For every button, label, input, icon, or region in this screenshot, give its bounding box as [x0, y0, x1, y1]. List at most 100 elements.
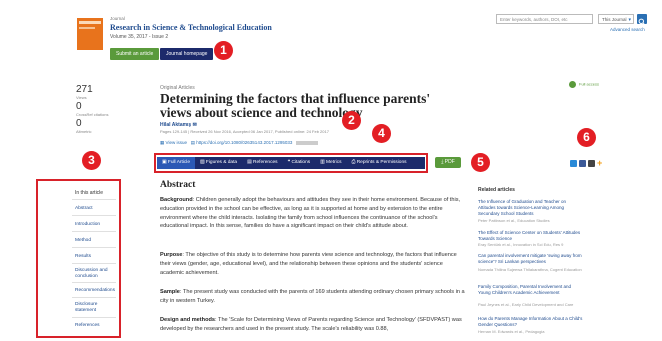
- journal-volume[interactable]: Volume 35, 2017 - Issue 2: [110, 34, 168, 40]
- tab-figures-data-label: Figures & data: [205, 160, 238, 165]
- check-icon: [569, 81, 576, 88]
- annotation-badge-3: 3: [82, 151, 101, 170]
- tab-references[interactable]: ▤ References: [242, 157, 282, 169]
- access-label: Full access: [579, 81, 600, 87]
- tab-citations[interactable]: ❝ Citations: [283, 157, 316, 169]
- sidebar-divider: [72, 297, 116, 298]
- related-article-title[interactable]: The Influence of Graduation and Teacher …: [478, 199, 583, 217]
- crossref-label: CrossRef citations: [76, 112, 109, 117]
- sidebar-item-abstract[interactable]: Abstract: [75, 206, 115, 212]
- journal-cover-image[interactable]: [77, 18, 103, 50]
- share-icons: +: [570, 159, 602, 168]
- tab-reprints-permissions-label: Reprints & Permissions: [356, 160, 407, 165]
- journal-homepage-button[interactable]: Journal homepage: [160, 48, 214, 60]
- pdf-button[interactable]: ⤓ PDF: [435, 157, 461, 168]
- email-icon[interactable]: [588, 160, 595, 167]
- sidebar-item-disclosure[interactable]: Disclosure statement: [75, 302, 115, 313]
- search-input[interactable]: Enter keywords, authors, DOI, etc: [496, 14, 593, 24]
- search-button[interactable]: [637, 14, 647, 26]
- tab-full-article-label: Full Article: [167, 160, 191, 165]
- background-label: Background: [160, 197, 193, 203]
- abstract-design: Design and methods: The 'Scale for Deter…: [160, 316, 466, 334]
- views-label: Views: [76, 95, 87, 100]
- doi-link[interactable]: https://doi.org/10.1080/02635143.2017.12…: [196, 140, 292, 145]
- annotation-badge-1: 1: [214, 41, 233, 60]
- annotation-badge-4: 4: [372, 124, 391, 143]
- article-tabs: ▣ Full Article ▧ Figures & data ▤ Refere…: [157, 157, 425, 169]
- related-article-authors: Hernan M. Edwards et al., Pedagogia: [478, 329, 545, 334]
- altmetric-count: 0: [76, 118, 82, 129]
- sidebar-item-discussion[interactable]: Discussion and conclusion: [75, 268, 115, 279]
- related-article-title[interactable]: Family Composition, Parental Involvement…: [478, 284, 583, 296]
- advanced-search-link[interactable]: Advanced search: [610, 27, 645, 32]
- citations-icon: ❝: [287, 160, 291, 165]
- purpose-text: : The objective of this study is to dete…: [160, 252, 457, 276]
- view-issue-link[interactable]: View issue: [166, 140, 187, 145]
- submit-article-button[interactable]: Submit an article: [110, 48, 160, 60]
- related-article-title[interactable]: The Effect of Science Center on Students…: [478, 230, 583, 242]
- article-title: Determining the factors that influence p…: [160, 91, 431, 120]
- related-article-authors: Eray Sentürk et al., Innovation in Sci E…: [478, 242, 564, 247]
- twitter-icon[interactable]: [570, 160, 577, 167]
- sidebar-divider: [72, 247, 116, 248]
- sidebar-divider: [72, 231, 116, 232]
- article-links: ▦ View issue ▤ https://doi.org/10.1080/0…: [160, 140, 319, 146]
- annotation-badge-6: 6: [577, 128, 596, 147]
- related-article-title[interactable]: Can parental involvement mitigate 'swing…: [478, 253, 583, 265]
- tab-citations-label: Citations: [291, 160, 311, 165]
- chevron-down-icon: ▾: [628, 17, 631, 23]
- tab-metrics[interactable]: ▥ Metrics: [315, 157, 346, 169]
- sample-label: Sample: [160, 289, 180, 295]
- access-status: Full access: [569, 81, 599, 88]
- tab-full-article[interactable]: ▣ Full Article: [157, 157, 196, 169]
- search-icon: [638, 18, 646, 26]
- metrics-icon: ▥: [320, 160, 325, 165]
- design-label: Design and methods: [160, 317, 216, 323]
- sidebar-divider: [72, 215, 116, 216]
- abstract-heading: Abstract: [160, 180, 196, 190]
- sidebar-item-references[interactable]: References: [75, 323, 115, 329]
- author-name[interactable]: Hilal Aktamış ✉: [160, 122, 197, 128]
- altmetric-badge[interactable]: [296, 140, 319, 145]
- related-article-title[interactable]: How do Parents Manage Information About …: [478, 316, 583, 328]
- search-scope-value: This Journal: [602, 17, 627, 22]
- envelope-icon[interactable]: ✉: [193, 122, 197, 128]
- abstract-background: Background: Children generally adopt the…: [160, 196, 466, 231]
- background-text: : Children generally adopt the behaviour…: [160, 197, 461, 230]
- sidebar-heading: In this article: [75, 190, 104, 196]
- search-scope-select[interactable]: This Journal ▾: [598, 14, 634, 24]
- crossref-count: 0: [76, 101, 82, 112]
- abstract-purpose: Purpose: The objective of this study is …: [160, 251, 466, 277]
- journal-label: Journal: [110, 16, 125, 21]
- doi-icon: ▤: [190, 140, 195, 145]
- annotation-badge-5: 5: [471, 153, 490, 172]
- facebook-icon[interactable]: [579, 160, 586, 167]
- views-count: 271: [76, 84, 93, 95]
- image-icon: ▧: [200, 160, 205, 165]
- sample-text: : The present study was conducted with t…: [160, 289, 465, 304]
- tab-figures-data[interactable]: ▧ Figures & data: [195, 157, 242, 169]
- view-issue-icon: ▦: [160, 140, 165, 145]
- sidebar-item-introduction[interactable]: Introduction: [75, 222, 115, 228]
- sidebar-divider: [72, 282, 116, 283]
- full-article-icon: ▣: [162, 160, 167, 165]
- sidebar-item-results[interactable]: Results: [75, 254, 115, 260]
- more-icon[interactable]: +: [597, 159, 602, 168]
- sidebar-divider: [72, 199, 116, 200]
- pdf-label: PDF: [444, 159, 455, 165]
- related-article-authors: Paul Jeynes et al., Early Child Developm…: [478, 302, 574, 307]
- tab-reprints-permissions[interactable]: ⎙ Reprints & Permissions: [347, 157, 412, 169]
- tab-references-label: References: [253, 160, 278, 165]
- author-link[interactable]: Hilal Aktamış: [160, 122, 191, 128]
- download-icon: ⤓: [441, 159, 444, 165]
- sidebar-item-recommendations[interactable]: Recommendations: [75, 288, 115, 294]
- metrics-panel: 271 Views 0 CrossRef citations 0 Altmetr…: [76, 84, 108, 134]
- journal-title[interactable]: Research in Science & Technological Educ…: [110, 23, 272, 32]
- purpose-label: Purpose: [160, 252, 183, 258]
- reprints-icon: ⎙: [351, 160, 356, 165]
- tab-metrics-label: Metrics: [326, 160, 342, 165]
- sidebar-item-method[interactable]: Method: [75, 238, 115, 244]
- abstract-sample: Sample: The present study was conducted …: [160, 288, 466, 306]
- altmetric-label: Altmetric: [76, 129, 92, 134]
- related-articles-heading: Related articles: [478, 187, 515, 193]
